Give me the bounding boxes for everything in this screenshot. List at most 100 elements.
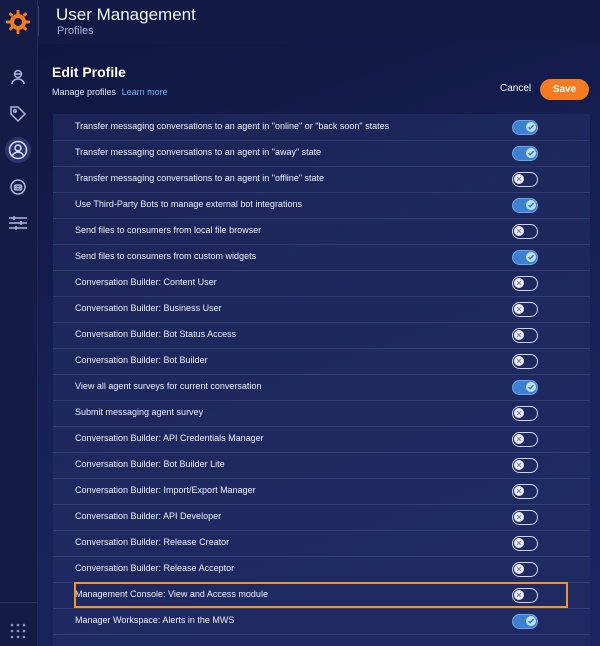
permission-label: Conversation Builder: Release Creator (75, 537, 230, 547)
permission-label: Conversation Builder: API Developer (75, 511, 222, 521)
permissions-panel: Transfer messaging conversations to an a… (53, 114, 590, 646)
permission-toggle[interactable] (512, 588, 538, 603)
permission-toggle[interactable] (512, 172, 538, 187)
permission-label: Transfer messaging conversations to an a… (75, 173, 325, 183)
permission-row: Conversation Builder: Import/Export Mana… (53, 479, 590, 505)
check-icon (526, 382, 536, 392)
main-content: Edit Profile Manage profiles Learn more … (38, 44, 600, 646)
permission-row: Management Console: View and Access modu… (53, 583, 590, 609)
permission-toggle[interactable] (512, 198, 538, 213)
permission-toggle[interactable] (512, 562, 538, 577)
close-icon (514, 226, 524, 236)
cancel-button[interactable]: Cancel (500, 83, 531, 94)
permission-toggle[interactable] (512, 120, 538, 135)
permission-toggle[interactable] (512, 614, 538, 629)
permission-toggle[interactable] (512, 458, 538, 473)
permission-row: Transfer messaging conversations to an a… (53, 167, 590, 193)
permission-label: Conversation Builder: Import/Export Mana… (75, 485, 256, 495)
permission-label: Conversation Builder: API Credentials Ma… (75, 433, 264, 443)
permission-label: Conversation Builder: Bot Status Access (75, 329, 237, 339)
close-icon (514, 460, 524, 470)
permission-row: Conversation Builder: Release Creator (53, 531, 590, 557)
check-icon (526, 200, 536, 210)
permission-row: Conversation Builder: Release Acceptor (53, 557, 590, 583)
check-icon (526, 616, 536, 626)
apps-grid-icon[interactable] (5, 618, 31, 644)
close-icon (514, 434, 524, 444)
sliders-icon[interactable] (5, 210, 31, 236)
permission-label: Send files to consumers from custom widg… (75, 251, 257, 261)
close-icon (514, 512, 524, 522)
permission-row: Conversation Builder: API Developer (53, 505, 590, 531)
permission-toggle[interactable] (512, 146, 538, 161)
permission-row: Conversation Builder: Content User (53, 271, 590, 297)
tag-icon[interactable] (5, 101, 31, 127)
permission-row: Conversation Builder: Bot Status Access (53, 323, 590, 349)
close-icon (514, 304, 524, 314)
permission-row: Use Third-Party Bots to manage external … (53, 193, 590, 219)
close-icon (514, 590, 524, 600)
permission-label: Conversation Builder: Release Acceptor (75, 563, 235, 573)
app-title: User Management (56, 5, 196, 24)
close-icon (514, 330, 524, 340)
manage-profiles-line: Manage profiles Learn more (52, 87, 168, 97)
top-header: User Management Profiles (38, 0, 600, 44)
user-circle-icon[interactable] (5, 137, 31, 163)
permission-toggle[interactable] (512, 224, 538, 239)
check-icon (526, 122, 536, 132)
sidebar (0, 0, 38, 646)
permission-label: View all agent surveys for current conve… (75, 381, 262, 391)
permission-label: Conversation Builder: Bot Builder Lite (75, 459, 225, 469)
app-subtitle: Profiles (57, 25, 94, 37)
permission-row: Conversation Builder: Business User (53, 297, 590, 323)
learn-more-link[interactable]: Learn more (122, 87, 168, 97)
permission-toggle[interactable] (512, 250, 538, 265)
permission-label: Submit messaging agent survey (75, 407, 204, 417)
logo-icon[interactable] (5, 9, 31, 35)
permission-label: Transfer messaging conversations to an a… (75, 147, 322, 157)
permission-row: Transfer messaging conversations to an a… (53, 141, 590, 167)
permission-row: Transfer messaging conversations to an a… (53, 115, 590, 141)
agent-icon[interactable] (5, 64, 31, 90)
permission-toggle[interactable] (512, 432, 538, 447)
page-title: Edit Profile (52, 64, 126, 80)
permission-row: Manager Workspace: Alerts in the MWS (53, 609, 590, 635)
permission-label: Use Third-Party Bots to manage external … (75, 199, 302, 209)
permission-label: Manager Workspace: Alerts in the MWS (75, 615, 235, 625)
permission-toggle[interactable] (512, 302, 538, 317)
permission-toggle[interactable] (512, 354, 538, 369)
permission-row: Submit messaging agent survey (53, 401, 590, 427)
permission-row: Send files to consumers from custom widg… (53, 245, 590, 271)
manage-profiles-text: Manage profiles (52, 87, 117, 97)
permission-label: Conversation Builder: Business User (75, 303, 222, 313)
permission-label: Conversation Builder: Bot Builder (75, 355, 208, 365)
permission-label: Send files to consumers from local file … (75, 225, 262, 235)
permission-toggle[interactable] (512, 484, 538, 499)
permission-label: Conversation Builder: Content User (75, 277, 217, 287)
permission-row: Conversation Builder: API Credentials Ma… (53, 427, 590, 453)
close-icon (514, 356, 524, 366)
close-icon (514, 486, 524, 496)
check-icon (526, 252, 536, 262)
permission-toggle[interactable] (512, 406, 538, 421)
close-icon (514, 538, 524, 548)
permission-toggle[interactable] (512, 510, 538, 525)
bot-icon[interactable] (5, 174, 31, 200)
permission-toggle[interactable] (512, 328, 538, 343)
close-icon (514, 278, 524, 288)
close-icon (514, 408, 524, 418)
close-icon (514, 564, 524, 574)
permission-toggle[interactable] (512, 276, 538, 291)
permission-row: Conversation Builder: Bot Builder (53, 349, 590, 375)
permission-row: View all agent surveys for current conve… (53, 375, 590, 401)
permission-label: Management Console: View and Access modu… (75, 589, 268, 599)
check-icon (526, 148, 536, 158)
permission-toggle[interactable] (512, 536, 538, 551)
save-button[interactable]: Save (540, 79, 589, 100)
permission-row: Conversation Builder: Bot Builder Lite (53, 453, 590, 479)
permission-toggle[interactable] (512, 380, 538, 395)
close-icon (514, 174, 524, 184)
header-divider (38, 6, 39, 36)
sidebar-divider (0, 602, 38, 603)
permission-label: Transfer messaging conversations to an a… (75, 121, 390, 131)
